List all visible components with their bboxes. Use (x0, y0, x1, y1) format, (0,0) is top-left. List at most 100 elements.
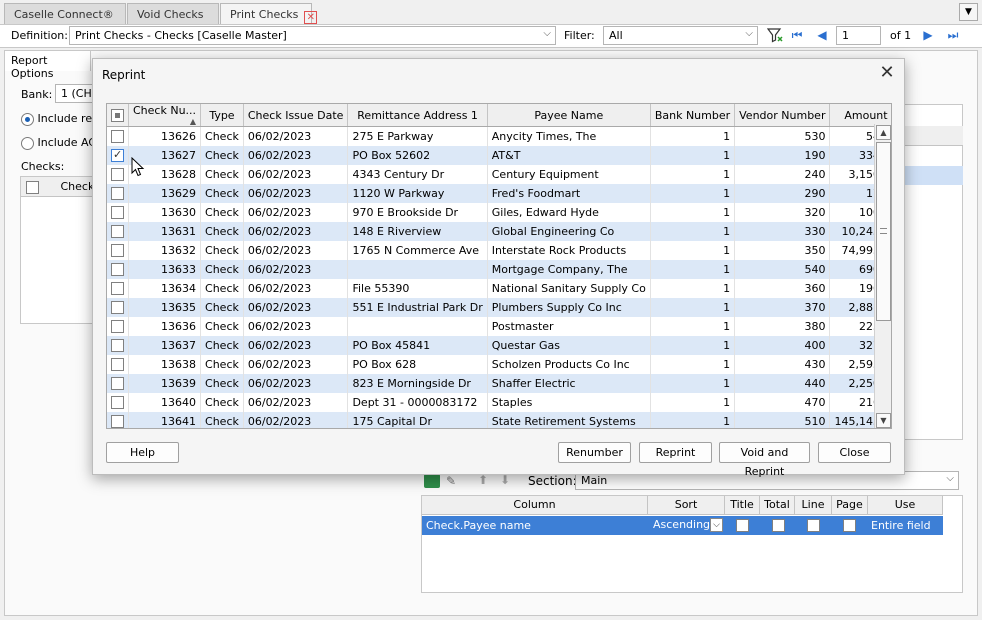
filter-edit-icon[interactable] (766, 27, 784, 45)
row-checkbox[interactable] (111, 357, 124, 371)
column-header-check-issue-date[interactable]: Check Issue Date (243, 104, 349, 127)
row-select-cell[interactable] (107, 202, 129, 222)
row-select-cell[interactable] (107, 297, 129, 317)
cell-address: 148 E Riverview (347, 221, 488, 241)
close-tab-icon[interactable]: ✕ (304, 11, 318, 24)
sort-row-sort-select[interactable]: Ascending ⌵ (651, 517, 724, 534)
cell-address: PO Box 52602 (347, 145, 488, 165)
void-and-reprint-button[interactable]: Void and Reprint (719, 442, 810, 478)
previous-page-icon[interactable]: ◀ (813, 27, 831, 45)
renumber-button[interactable]: Renumber (558, 442, 631, 463)
column-header-bank-number[interactable]: Bank Number (650, 104, 736, 127)
close-icon[interactable]: ✕ (877, 64, 897, 84)
tab-list-dropdown-button[interactable]: ▼ (959, 3, 978, 21)
filter-select[interactable]: All ⌵ (603, 26, 758, 45)
move-down-icon[interactable]: ⬇ (500, 473, 510, 487)
scroll-down-icon[interactable]: ▼ (876, 413, 891, 428)
row-select-cell[interactable] (107, 354, 129, 374)
row-checkbox[interactable] (111, 186, 124, 200)
row-select-cell[interactable]: ✓ (107, 145, 129, 165)
sort-grid-row[interactable]: Check.Payee name Ascending ⌵ Entire field (422, 516, 943, 535)
table-row[interactable]: 13632 Check 06/02/2023 1765 N Commerce Ave I… (107, 240, 891, 260)
cell-payee: AT&T (487, 145, 651, 165)
row-select-cell[interactable] (107, 183, 129, 203)
row-checkbox[interactable] (111, 319, 124, 333)
column-header-vendor-number[interactable]: Vendor Number (734, 104, 831, 127)
table-row[interactable]: ✓ 13627 Check 06/02/2023 PO Box 52602 AT&T 1 19… (107, 145, 891, 165)
cell-bank: 1 (650, 354, 736, 374)
sort-row-line-checkbox[interactable] (807, 519, 820, 532)
cell-type: Check (200, 221, 244, 241)
vertical-scrollbar[interactable]: ▲ ▼ (874, 124, 891, 428)
select-all-checkbox[interactable] (26, 180, 39, 194)
row-select-cell[interactable] (107, 373, 129, 393)
row-select-cell[interactable] (107, 164, 129, 184)
row-checkbox[interactable]: ✓ (111, 148, 124, 162)
row-select-cell[interactable] (107, 240, 129, 260)
help-button[interactable]: Help (106, 442, 179, 463)
sort-row-page-checkbox[interactable] (843, 519, 856, 532)
table-row[interactable]: 13629 Check 06/02/2023 1120 W Parkway Fred's… (107, 183, 891, 203)
table-row[interactable]: 13641 Check 06/02/2023 175 Capital Dr State … (107, 411, 891, 428)
row-select-cell[interactable] (107, 278, 129, 298)
row-checkbox[interactable] (111, 281, 124, 295)
tab-report-options[interactable]: Report Options (5, 51, 91, 80)
first-page-icon[interactable]: ⏮ (788, 27, 806, 45)
table-row[interactable]: 13633 Check 06/02/2023 Mortgage Company, Th… (107, 259, 891, 279)
table-row[interactable]: 13635 Check 06/02/2023 551 E Industrial Par… (107, 297, 891, 317)
table-row[interactable]: 13630 Check 06/02/2023 970 E Brookside Dr Gi… (107, 202, 891, 222)
row-select-cell[interactable] (107, 411, 129, 428)
tab-print-checks[interactable]: Print Checks ✕ (220, 3, 318, 24)
export-grid-icon[interactable] (424, 474, 440, 488)
next-page-icon[interactable]: ▶ (919, 27, 937, 45)
page-number-input[interactable]: 1 (836, 26, 881, 45)
row-checkbox[interactable] (111, 262, 124, 276)
row-checkbox[interactable] (111, 224, 124, 238)
select-all-checkbox[interactable] (111, 108, 124, 122)
tab-caselle-connect[interactable]: Caselle Connect® (4, 3, 126, 24)
table-row[interactable]: 13634 Check 06/02/2023 File 55390 National S… (107, 278, 891, 298)
column-header-type[interactable]: Type (200, 104, 244, 127)
wrench-icon[interactable]: ✎ (446, 474, 460, 488)
column-header-payee-name[interactable]: Payee Name (487, 104, 651, 127)
row-select-cell[interactable] (107, 259, 129, 279)
row-checkbox[interactable] (111, 414, 124, 428)
tab-void-checks[interactable]: Void Checks (127, 3, 219, 24)
table-row[interactable]: 13628 Check 06/02/2023 4343 Century Dr Centu… (107, 164, 891, 184)
table-row[interactable]: 13631 Check 06/02/2023 148 E Riverview Globa… (107, 221, 891, 241)
scrollbar-thumb[interactable] (876, 142, 891, 321)
table-row[interactable]: 13636Check06/02/2023Postmaster1380225.00 (107, 316, 891, 336)
table-row[interactable]: 13637 Check 06/02/2023 PO Box 45841 Questar … (107, 335, 891, 355)
table-row[interactable]: 13640 Check 06/02/2023 Dept 31 - 0000083172… (107, 392, 891, 412)
row-checkbox[interactable] (111, 167, 124, 181)
table-row[interactable]: 13639 Check 06/02/2023 823 E Morningside Dr… (107, 373, 891, 393)
reprint-button[interactable]: Reprint (639, 442, 712, 463)
table-row[interactable]: 13626 Check 06/02/2023 275 E Parkway Anycity… (107, 126, 891, 146)
close-button[interactable]: Close (818, 442, 891, 463)
row-checkbox[interactable] (111, 395, 124, 409)
row-checkbox[interactable] (111, 130, 124, 143)
column-header-check-number[interactable]: Check Nu... ▲ (128, 104, 202, 127)
move-up-icon[interactable]: ⬆ (478, 473, 488, 487)
sort-row-total-checkbox[interactable] (772, 519, 785, 532)
row-select-cell[interactable] (107, 221, 129, 241)
row-select-cell[interactable] (107, 126, 129, 146)
table-row[interactable]: 13638 Check 06/02/2023 PO Box 628 Scholzen P… (107, 354, 891, 374)
column-header-remittance-address[interactable]: Remittance Address 1 (347, 104, 488, 127)
last-page-icon[interactable]: ⏭ (944, 27, 962, 45)
include-regular-option[interactable]: Include reg (21, 112, 99, 126)
scroll-up-icon[interactable]: ▲ (876, 125, 891, 140)
row-select-cell[interactable] (107, 316, 129, 336)
row-checkbox[interactable] (111, 300, 124, 314)
row-checkbox[interactable] (111, 376, 124, 390)
row-select-cell[interactable] (107, 335, 129, 355)
row-checkbox[interactable] (111, 243, 124, 257)
row-checkbox[interactable] (111, 338, 124, 352)
row-checkbox[interactable] (111, 205, 124, 219)
sort-grid: Column Sort Title Total Line Page Use Ch… (421, 495, 963, 593)
select-all-header[interactable] (107, 104, 129, 127)
sort-row-title-checkbox[interactable] (736, 519, 749, 532)
definition-select[interactable]: Print Checks - Checks [Caselle Master] ⌵ (69, 26, 556, 45)
sort-row-use: Entire field (871, 519, 931, 532)
row-select-cell[interactable] (107, 392, 129, 412)
